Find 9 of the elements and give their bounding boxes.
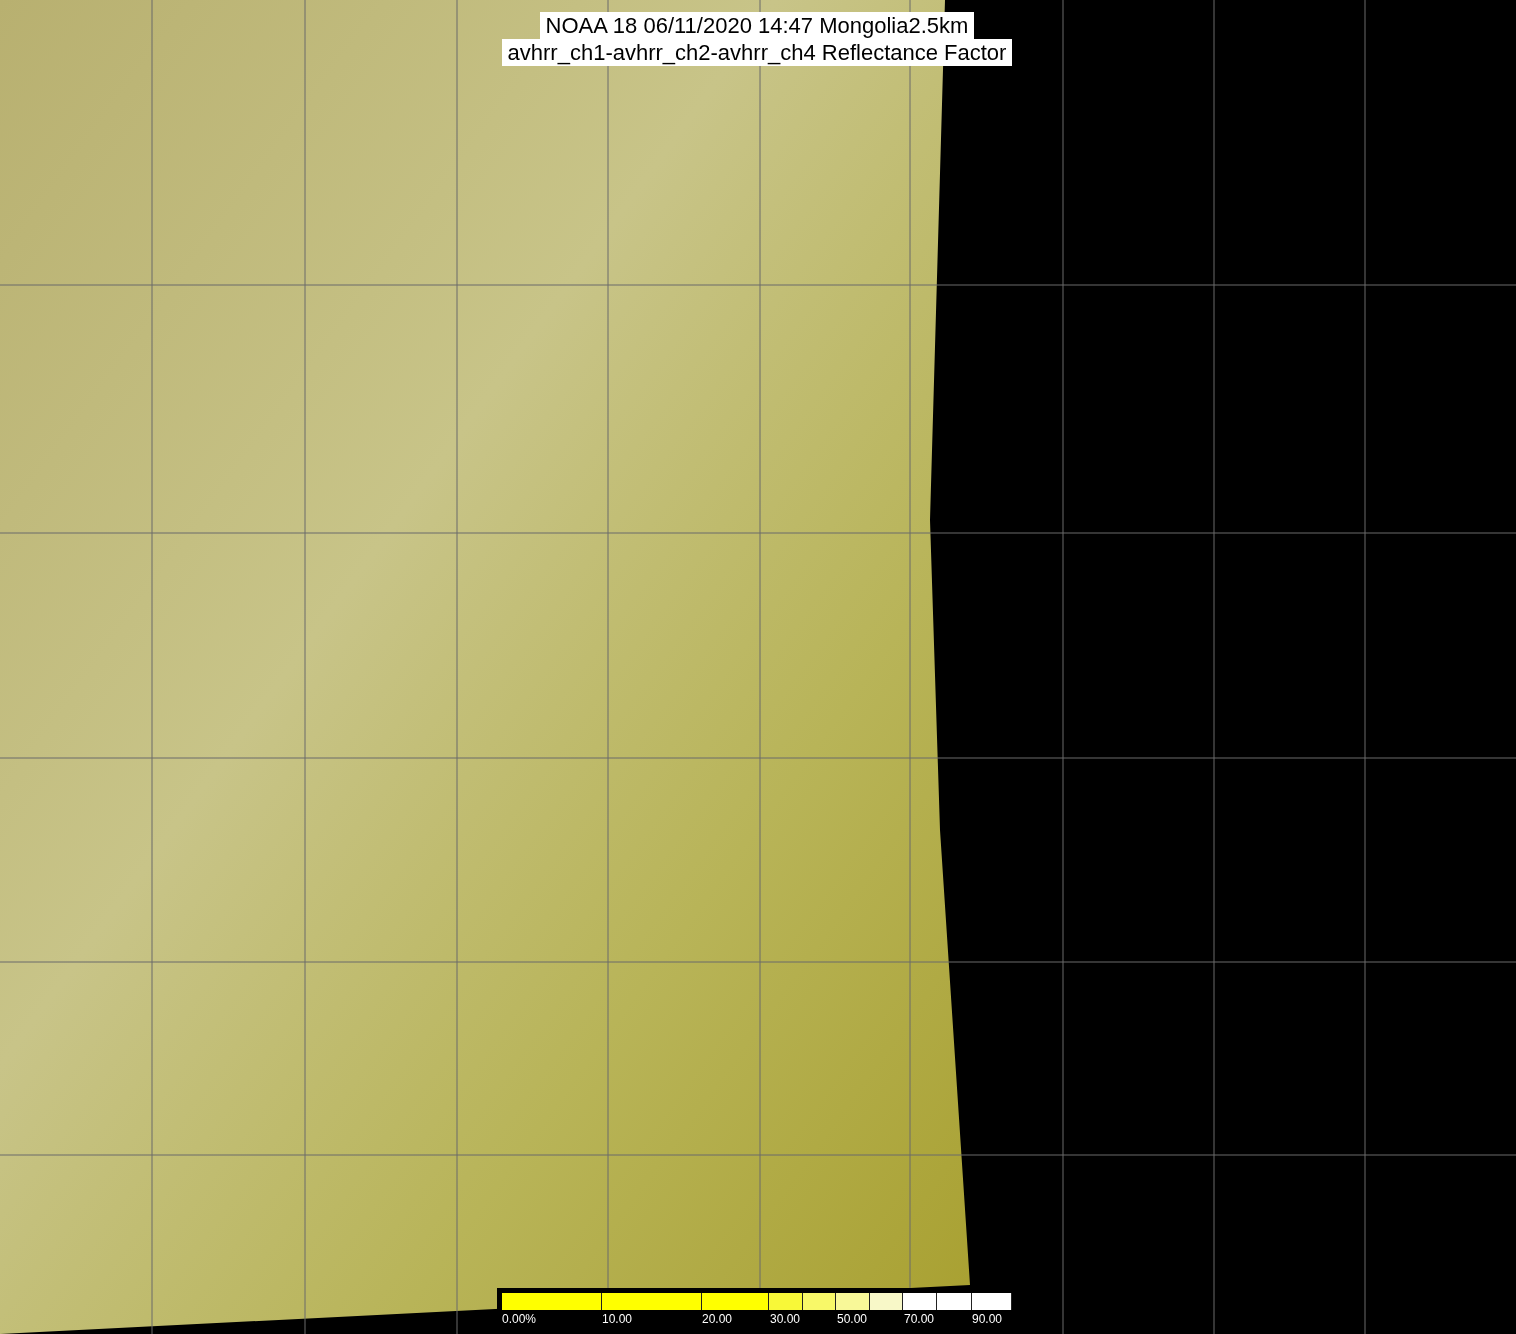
map-title: avhrr_ch1-avhrr_ch2-avhrr_ch4 Reflectance Factor [501, 39, 1013, 66]
tick-label: 30.00 [770, 1312, 801, 1326]
tick-label: 70.00 [904, 1312, 935, 1326]
tick-label: 20.00 [702, 1312, 733, 1326]
tick-label: 10.00 [602, 1312, 633, 1326]
tick-label: 90.00 [972, 1312, 1003, 1326]
tick-label: 50.00 [837, 1312, 868, 1326]
map-title: NOAA 18 06/11/2020 14:47 Mongolia2.5km [539, 12, 975, 39]
tick-label: 0.00% [502, 1312, 537, 1326]
